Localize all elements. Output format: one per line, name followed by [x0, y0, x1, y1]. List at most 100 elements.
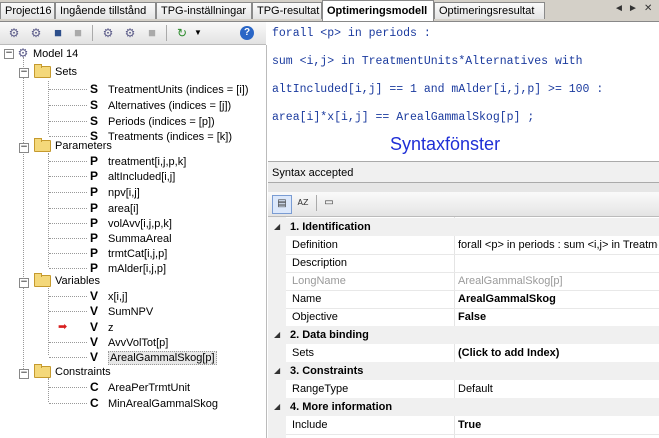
tree-guide	[23, 57, 24, 373]
tree-guide	[49, 268, 87, 269]
collapse-toggle[interactable]: −	[4, 49, 14, 59]
collapse-icon[interactable]: ◢	[274, 326, 280, 344]
tree-guide	[49, 403, 87, 404]
tab-close-icon[interactable]: ✕	[644, 3, 652, 14]
tree-guide	[49, 387, 87, 388]
tree-item-parameter[interactable]: PaltIncluded[i,j]	[90, 169, 175, 184]
collapse-toggle[interactable]: −	[19, 369, 29, 379]
sort-alpha-icon[interactable]: AZ	[294, 195, 312, 212]
category-more-information[interactable]: ◢ 4. More information	[268, 398, 659, 416]
gear-icon: ⚙	[17, 46, 29, 60]
tree-item-parameter[interactable]: PvolAvv[i,j,p,k]	[90, 216, 172, 231]
tree-item-variable[interactable]: Vx[i,j]	[90, 289, 128, 304]
tree-item-set[interactable]: S Periods (indices = [p])	[90, 114, 215, 129]
code-line: forall <p> in periods :	[272, 27, 431, 40]
gear-icon[interactable]: ⚙	[122, 25, 138, 41]
property-row-include[interactable]: Include True	[286, 416, 659, 435]
tree-folder-sets[interactable]: Sets	[34, 64, 77, 80]
tab-optimeringsresultat[interactable]: Optimeringsresultat	[434, 2, 545, 19]
tree-guide	[49, 105, 87, 106]
category-identification[interactable]: ◢ 1. Identification	[268, 218, 659, 236]
tab-project16[interactable]: Project16	[0, 2, 55, 19]
tree-item-parameter[interactable]: Parea[i]	[90, 201, 139, 216]
tree-guide	[49, 192, 87, 193]
gear-icon[interactable]: ⚙	[6, 25, 22, 41]
tree-item-variable[interactable]: V SumNPV	[90, 304, 153, 319]
save-icon[interactable]: ■	[144, 25, 160, 41]
folder-icon	[34, 364, 51, 379]
collapse-toggle[interactable]: −	[19, 143, 29, 153]
tree-item-parameter[interactable]: PtrmtCat[i,j,p]	[90, 246, 167, 261]
tree-item-set[interactable]: S Alternatives (indices = [j])	[90, 98, 231, 113]
tree-item-variable[interactable]: V AvvVolTot[p]	[90, 335, 168, 350]
tree-folder-parameters[interactable]: Parameters	[34, 138, 112, 154]
syntax-editor[interactable]: forall <p> in periods : sum <i,j> in Tre…	[268, 22, 659, 161]
folder-icon	[34, 273, 51, 288]
splitter[interactable]	[268, 183, 659, 192]
tree-item-parameter[interactable]: PmAlder[i,j,p]	[90, 261, 166, 276]
tree-guide	[48, 153, 49, 267]
tree-guide	[49, 208, 87, 209]
property-toolbar: ▤ AZ ▭	[268, 192, 659, 217]
tree-guide	[49, 311, 87, 312]
gear-icon[interactable]: ⚙	[28, 25, 44, 41]
arrow-right-icon: ➡	[58, 321, 68, 333]
property-grid: ◢ 1. Identification Definition forall <p> …	[268, 217, 659, 438]
property-row-definition[interactable]: Definition forall <p> in periods : sum <i…	[286, 236, 659, 255]
property-row-sets[interactable]: Sets (Click to add Index)	[286, 344, 659, 363]
property-pages-icon[interactable]: ▭	[320, 195, 338, 212]
tree-guide	[49, 136, 87, 137]
collapse-icon[interactable]: ◢	[274, 218, 280, 236]
tree-item-variable-selected[interactable]: V ArealGammalSkog[p]	[90, 350, 217, 365]
folder-icon	[34, 138, 51, 153]
code-line: altIncluded[i,j] == 1 and mAlder[i,j,p] …	[272, 83, 604, 96]
tree-item-parameter[interactable]: Pnpv[i,j]	[90, 185, 140, 200]
property-row-longname[interactable]: LongName ArealGammalSkog[p]	[286, 272, 659, 291]
category-constraints[interactable]: ◢ 3. Constraints	[268, 362, 659, 380]
help-icon[interactable]: ?	[240, 26, 254, 40]
tree-item-variable[interactable]: Vz	[90, 320, 114, 335]
code-line: sum <i,j> in TreatmentUnits*Alternatives…	[272, 55, 583, 68]
save-icon[interactable]: ■	[70, 25, 86, 41]
collapse-toggle[interactable]: −	[19, 68, 29, 78]
property-row-rangetype[interactable]: RangeType Default	[286, 380, 659, 399]
property-row-name[interactable]: Name ArealGammalSkog	[286, 290, 659, 309]
gear-icon[interactable]: ⚙	[100, 25, 116, 41]
tree-item-constraint[interactable]: C AreaPerTrmtUnit	[90, 380, 190, 395]
tab-tpg-installningar[interactable]: TPG-inställningar	[156, 2, 252, 19]
tree-guide	[49, 253, 87, 254]
property-row-objective[interactable]: Objective False	[286, 308, 659, 327]
categorized-icon[interactable]: ▤	[272, 195, 292, 214]
toolbar-separator	[166, 25, 167, 41]
tab-tpg-resultat[interactable]: TPG-resultat	[252, 2, 322, 19]
tree-guide	[49, 121, 87, 122]
tab-scroll-left-icon[interactable]: ◄	[614, 3, 624, 14]
tree-item-set[interactable]: S TreatmentUnits (indices = [i])	[90, 82, 249, 97]
property-row-description[interactable]: Description	[286, 254, 659, 273]
tree-guide	[49, 176, 87, 177]
tree-item-constraint[interactable]: C MinArealGammalSkog	[90, 396, 218, 411]
tree-folder-variables[interactable]: Variables	[34, 273, 100, 289]
code-line: area[i]*x[i,j] == ArealGammalSkog[p] ;	[272, 111, 535, 124]
tab-bar: Project16 Ingående tillstånd TPG-inställ…	[0, 0, 659, 22]
save-icon[interactable]: ■	[50, 25, 66, 41]
tab-ingaende-tillstand[interactable]: Ingående tillstånd	[55, 2, 156, 19]
tree-folder-constraints[interactable]: Constraints	[34, 364, 111, 380]
tab-optimeringsmodell[interactable]: Optimeringsmodell	[322, 0, 434, 21]
collapse-icon[interactable]: ◢	[274, 362, 280, 380]
collapse-toggle[interactable]: −	[19, 278, 29, 288]
tab-scroll-right-icon[interactable]: ►	[628, 3, 638, 14]
tree-guide	[49, 89, 87, 90]
tree-item-parameter[interactable]: Ptreatment[i,j,p,k]	[90, 154, 186, 169]
model-tree: − ⚙ Model 14 − Sets S TreatmentUnits (indi…	[0, 45, 267, 438]
tree-guide	[48, 378, 49, 402]
collapse-icon[interactable]: ◢	[274, 398, 280, 416]
syntax-window-label: Syntaxfönster	[390, 134, 501, 154]
tree-item-parameter[interactable]: P SummaAreal	[90, 231, 172, 246]
tree-root[interactable]: ⚙ Model 14	[17, 46, 79, 61]
toolbar-separator	[316, 195, 317, 211]
folder-icon	[34, 64, 51, 79]
chevron-down-icon[interactable]: ▼	[190, 25, 206, 41]
category-data-binding[interactable]: ◢ 2. Data binding	[268, 326, 659, 344]
refresh-icon[interactable]: ↻	[174, 25, 190, 41]
